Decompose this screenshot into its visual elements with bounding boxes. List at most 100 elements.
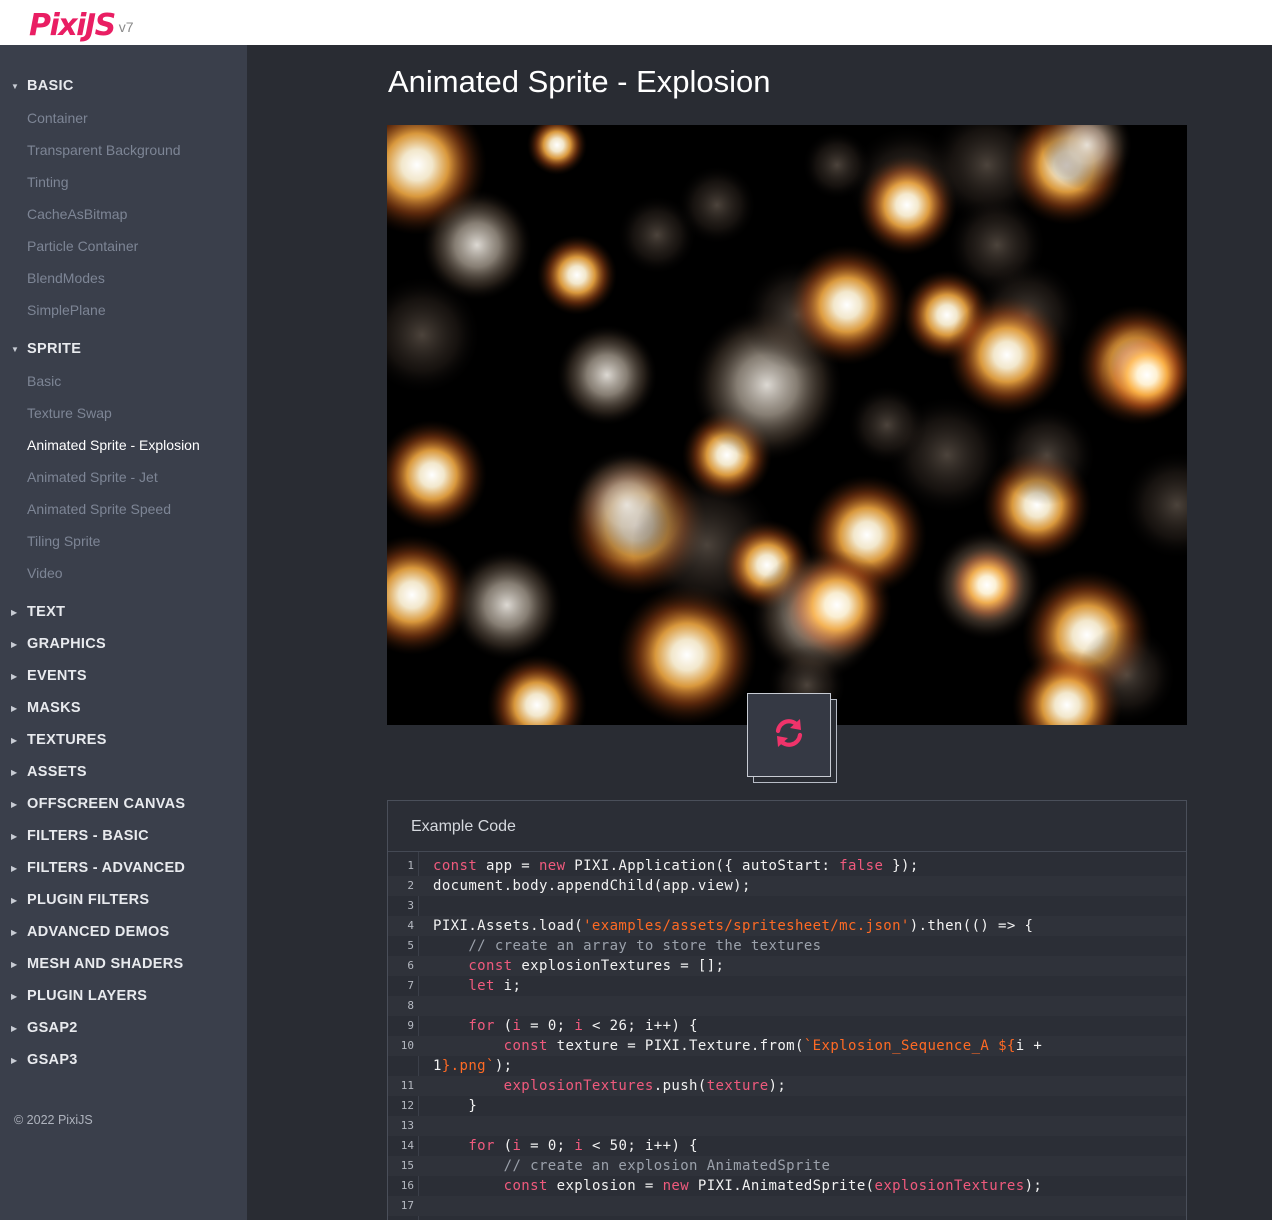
line-number: 15 [400,1159,414,1172]
nav-section-graphics[interactable]: ▶ GRAPHICS [0,628,247,660]
code-line: 5 // create an array to store the textur… [388,936,1186,956]
nav-item-container[interactable]: Container [27,106,88,130]
line-number: 8 [407,999,414,1012]
nav-section-label: EVENTS [27,668,87,684]
nav-section-label: BASIC [27,78,74,94]
nav-section-assets[interactable]: ▶ ASSETS [0,756,247,788]
nav-section-label: TEXT [27,604,66,620]
code-line: 10 const texture = PIXI.Texture.from(`Ex… [388,1036,1186,1056]
caret-right-icon: ▶ [11,799,18,809]
nav-section-events[interactable]: ▶ EVENTS [0,660,247,692]
code-line: 15 // create an explosion AnimatedSprite [388,1156,1186,1176]
code-text: for (i = 0; i < 50; i++) { [468,1138,698,1154]
nav-section-gsap2[interactable]: ▶ GSAP2 [0,1012,247,1044]
code-line: 11 explosionTextures.push(texture); [388,1076,1186,1096]
nav-item-transparent-background[interactable]: Transparent Background [27,138,181,162]
nav-item-animated-sprite-explosion[interactable]: Animated Sprite - Explosion [27,433,200,457]
line-number: 4 [407,919,414,932]
caret-right-icon: ▶ [11,607,18,617]
refresh-icon [772,716,806,755]
nav-item-cacheasbitmap[interactable]: CacheAsBitmap [27,202,127,226]
line-number: 11 [400,1079,414,1092]
nav-section-label: OFFSCREEN CANVAS [27,796,186,812]
nav-item-tinting[interactable]: Tinting [27,170,69,194]
line-number: 14 [400,1139,414,1152]
code-line: 4 PIXI.Assets.load('examples/assets/sprit… [388,916,1186,936]
code-line: 1}.png`); [388,1056,1186,1076]
nav-section-label: SPRITE [27,341,82,357]
nav-section-gsap3[interactable]: ▶ GSAP3 [0,1044,247,1076]
code-line: 17 [388,1196,1186,1216]
nav-section-plugin-filters[interactable]: ▶ PLUGIN FILTERS [0,884,247,916]
line-number: 16 [400,1179,414,1192]
caret-right-icon: ▶ [11,959,18,969]
nav-section-plugin-layers[interactable]: ▶ PLUGIN LAYERS [0,980,247,1012]
line-number: 5 [407,939,414,952]
nav-section-masks[interactable]: ▶ MASKS [0,692,247,724]
code-line: 2 document.body.appendChild(app.view); [388,876,1186,896]
code-text: explosionTextures.push(texture); [503,1078,787,1094]
code-line: 7 let i; [388,976,1186,996]
logo-text: PixiJS [29,8,116,43]
nav-item-texture-swap[interactable]: Texture Swap [27,401,112,425]
line-number: 9 [407,1019,414,1032]
code-text: // create an explosion AnimatedSprite [503,1158,831,1174]
nav-item-animated-sprite-speed[interactable]: Animated Sprite Speed [27,497,171,521]
nav-section-filters-advanced[interactable]: ▶ FILTERS - ADVANCED [0,852,247,884]
nav-section-mesh-and-shaders[interactable]: ▶ MESH AND SHADERS [0,948,247,980]
nav-section-label: PLUGIN LAYERS [27,988,148,1004]
line-number: 13 [400,1119,414,1132]
caret-right-icon: ▶ [11,671,18,681]
explosion-render [387,125,1187,725]
nav-item-blendmodes[interactable]: BlendModes [27,266,105,290]
nav-item-simpleplane[interactable]: SimplePlane [27,298,106,322]
nav-section-advanced-demos[interactable]: ▶ ADVANCED DEMOS [0,916,247,948]
caret-right-icon: ▶ [11,895,18,905]
code-text: const texture = PIXI.Texture.from(`Explo… [503,1038,1043,1054]
code-text: 1}.png`); [433,1058,513,1074]
code-text: document.body.appendChild(app.view); [433,878,751,894]
pixi-canvas[interactable] [387,125,1187,725]
pixijs-logo[interactable]: PixiJS v7 [29,0,133,45]
nav-item-basic[interactable]: Basic [27,369,61,393]
code-line: 1 const app = new PIXI.Application({ auto… [388,856,1186,876]
page-title: Animated Sprite - Explosion [388,64,771,99]
caret-right-icon: ▶ [11,991,18,1001]
caret-right-icon: ▶ [11,927,18,937]
code-line: 9 for (i = 0; i < 26; i++) { [388,1016,1186,1036]
reload-control [747,693,837,783]
line-number: 2 [407,879,414,892]
nav-section-label: PLUGIN FILTERS [27,892,150,908]
code-text: let i; [468,978,522,994]
nav-item-video[interactable]: Video [27,561,63,585]
caret-down-icon: ▼ [11,344,19,354]
line-number: 12 [400,1099,414,1112]
nav-section-label: MESH AND SHADERS [27,956,184,972]
nav-item-animated-sprite-jet[interactable]: Animated Sprite - Jet [27,465,158,489]
nav-section-label: GSAP3 [27,1052,78,1068]
reload-button[interactable] [747,693,831,777]
line-number: 17 [400,1199,414,1212]
nav-section-sprite[interactable]: ▼ SPRITE [0,333,247,365]
nav-section-basic[interactable]: ▼ BASIC [0,70,247,102]
code-text: const app = new PIXI.Application({ autoS… [433,858,919,874]
code-line: 6 const explosionTextures = []; [388,956,1186,976]
line-number: 6 [407,959,414,972]
nav-item-tiling-sprite[interactable]: Tiling Sprite [27,529,100,553]
code-line: 13 [388,1116,1186,1136]
nav-section-label: GRAPHICS [27,636,106,652]
line-number: 1 [407,859,414,872]
nav-item-particle-container[interactable]: Particle Container [27,234,138,258]
nav-section-textures[interactable]: ▶ TEXTURES [0,724,247,756]
nav-section-offscreen-canvas[interactable]: ▶ OFFSCREEN CANVAS [0,788,247,820]
code-line: 3 [388,896,1186,916]
sidebar-nav: ▼ BASIC Container Transparent Background Tin… [0,45,247,1220]
copyright-text: © 2022 PixiJS [14,1113,93,1127]
code-text: const explosion = new PIXI.AnimatedSprit… [503,1178,1043,1194]
caret-right-icon: ▶ [11,1023,18,1033]
nav-section-filters-basic[interactable]: ▶ FILTERS - BASIC [0,820,247,852]
code-text: PIXI.Assets.load('examples/assets/sprite… [433,918,1034,934]
nav-section-text[interactable]: ▶ TEXT [0,596,247,628]
top-header: PixiJS v7 [0,0,1272,45]
nav-section-label: MASKS [27,700,81,716]
